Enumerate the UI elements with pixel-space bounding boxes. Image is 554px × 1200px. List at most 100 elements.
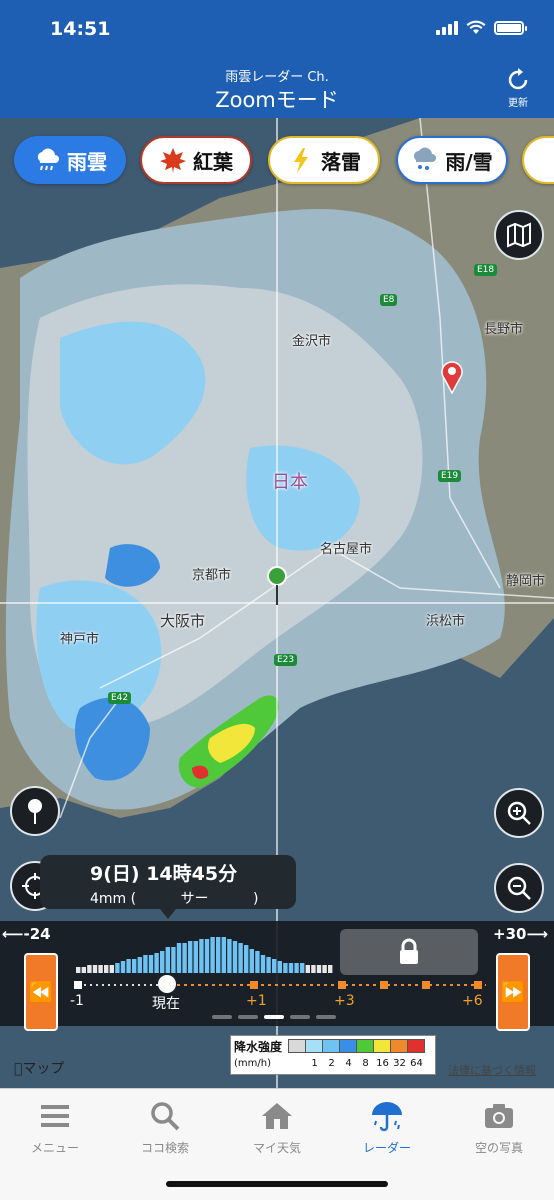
rewind-button[interactable]: ⏪	[24, 953, 58, 1031]
histogram-bar	[204, 939, 210, 973]
histogram-bar	[199, 939, 204, 973]
page-title: Zoomモード	[215, 88, 339, 112]
tick-plus6: +6	[462, 993, 483, 1009]
fast-forward-button[interactable]: ⏩	[496, 953, 530, 1031]
fast-forward-icon: ⏩	[500, 980, 526, 1004]
layer-snow-rain-button[interactable]: 雨/雪	[396, 136, 508, 184]
tooltip-time: 9(日) 14時45分	[90, 863, 238, 885]
histogram-bar	[255, 951, 260, 973]
timeline-scrubber-handle[interactable]	[158, 975, 176, 993]
histogram-bar	[288, 963, 294, 973]
layer-snow-rain-label: 雨/雪	[445, 149, 493, 174]
histogram-bar	[316, 965, 322, 973]
map-label-kanazawa: 金沢市	[292, 334, 332, 349]
menu-icon	[41, 1105, 69, 1127]
tooltip-amount-value: 4mm (	[90, 891, 137, 907]
legend-swatch	[305, 1039, 323, 1053]
legend-swatch	[322, 1039, 340, 1053]
rewind-icon: ⏪	[28, 980, 54, 1004]
legend-unit: (mm/h)	[234, 1058, 271, 1069]
tab-my-weather-label: マイ天気	[252, 1141, 301, 1155]
histogram-bar	[98, 965, 103, 973]
histogram-bar	[154, 953, 159, 973]
timeline-track[interactable]	[70, 979, 490, 991]
maps-label: マップ	[14, 1061, 64, 1077]
tab-sky-photo[interactable]: 空の写真	[444, 1099, 554, 1156]
histogram-bar	[232, 941, 238, 973]
histogram-bar	[137, 957, 142, 973]
histogram-bar	[182, 943, 187, 973]
histogram-bar	[120, 961, 126, 973]
histogram-bar	[109, 965, 114, 973]
legend-value-2: 2	[328, 1058, 335, 1069]
tick-now: 現在	[152, 996, 180, 1012]
timeline[interactable]: ⟵-24 +30⟶ ⏪ ⏩ -1 現在 +1 +3 +6	[0, 921, 554, 1031]
lightning-icon	[294, 148, 308, 173]
legend-swatch	[356, 1039, 374, 1053]
tooltip-close: )	[253, 891, 259, 907]
battery-icon	[494, 20, 527, 35]
legend-value-1: 1	[311, 1058, 318, 1069]
road-shield-e23: E23	[274, 654, 298, 666]
histogram-bar	[221, 937, 226, 973]
pin-drop-button[interactable]	[10, 786, 60, 836]
time-tooltip: 9(日) 14時45分 4mm ( サー )	[40, 855, 296, 919]
histogram-bar	[283, 963, 288, 973]
status-time: 14:51	[50, 18, 111, 40]
histogram-bar	[92, 965, 98, 973]
histogram-bar	[266, 957, 271, 973]
refresh-button[interactable]: 更新	[502, 68, 534, 112]
pin-drop-icon	[28, 799, 42, 824]
timeline-back-label: ⟵-24	[2, 925, 51, 943]
camera-icon	[485, 1104, 513, 1128]
histogram-bar	[244, 945, 249, 973]
histogram-bar	[249, 949, 254, 973]
histogram-bar	[115, 963, 120, 973]
histogram-bar	[188, 941, 193, 973]
snow-rain-icon	[414, 147, 437, 170]
histogram-bar	[322, 965, 327, 973]
header-subtitle: 雨雲レーダー Ch.	[225, 70, 329, 85]
tooltip-amount: 4mm ( サー )	[90, 888, 296, 908]
histogram-bar	[193, 941, 198, 973]
histogram-bar	[165, 947, 170, 973]
legend-value-8: 8	[362, 1058, 369, 1069]
tab-sky-photo-label: 空の写真	[474, 1141, 523, 1155]
road-shield-e42: E42	[108, 692, 132, 704]
center-pin-icon[interactable]	[266, 566, 288, 606]
tab-my-weather[interactable]: マイ天気	[222, 1099, 332, 1156]
tab-search-label: ココ検索	[140, 1141, 189, 1155]
histogram-bar	[176, 943, 182, 973]
legal-link[interactable]: 法律に基づく情報	[448, 1062, 536, 1078]
histogram-bar	[81, 967, 86, 973]
histogram-bar	[76, 967, 81, 973]
map-label-nagoya: 名古屋市	[320, 542, 373, 557]
map-label-kyoto: 京都市	[192, 568, 232, 583]
tab-radar[interactable]: レーダー	[332, 1099, 442, 1156]
histogram-bar	[277, 961, 282, 973]
histogram-bar	[132, 959, 137, 973]
status-icons	[436, 20, 527, 35]
zoom-in-button[interactable]	[494, 788, 544, 838]
forecast-lock-button[interactable]	[340, 929, 478, 975]
histogram-bar	[260, 955, 266, 973]
tooltip-type: サー	[180, 891, 209, 907]
histogram-bar	[294, 963, 299, 973]
zoom-out-button[interactable]	[494, 863, 544, 913]
tab-menu-label: メニュー	[30, 1141, 79, 1155]
tab-menu[interactable]: メニュー	[0, 1099, 110, 1156]
tab-radar-label: レーダー	[362, 1141, 411, 1155]
tab-search[interactable]: ココ検索	[110, 1099, 220, 1156]
layer-autumn-button[interactable]: 紅葉	[140, 136, 252, 184]
map-settings-button[interactable]	[494, 210, 544, 260]
histogram-bar	[87, 965, 92, 973]
layer-rain-button[interactable]: 雨雲	[14, 136, 126, 184]
legend-swatch	[390, 1039, 408, 1053]
legend-value-16: 16	[376, 1058, 389, 1069]
maple-leaf-icon	[160, 148, 186, 173]
layer-lightning-button[interactable]: 落雷	[268, 136, 380, 184]
location-pin-icon[interactable]	[440, 360, 464, 394]
tick-plus3: +3	[334, 993, 355, 1009]
histogram-bar	[227, 939, 232, 973]
legend-value-4: 4	[345, 1058, 352, 1069]
